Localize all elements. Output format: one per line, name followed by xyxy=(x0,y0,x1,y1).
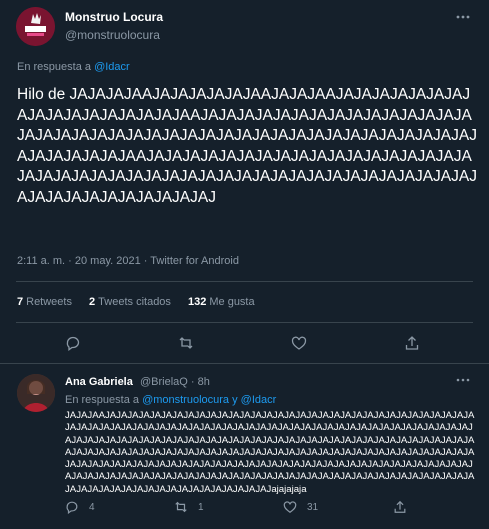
retweet-icon[interactable] xyxy=(178,335,194,351)
tweet-actions xyxy=(0,333,489,355)
reply-mention-link[interactable]: @Idacr xyxy=(94,61,130,73)
display-name[interactable]: Monstruo Locura xyxy=(65,10,163,24)
like-icon[interactable] xyxy=(291,335,307,351)
retweets-stat[interactable]: 7 Retweets xyxy=(17,296,72,308)
reply-prefix: En respuesta a xyxy=(17,61,91,73)
reply-handle-time[interactable]: @BrielaQ · 8h xyxy=(140,376,210,388)
more-options-icon[interactable] xyxy=(456,10,470,27)
tweet-stats: 7 Retweets 2 Tweets citados 132 Me gusta xyxy=(17,296,269,308)
reply-icon[interactable] xyxy=(65,335,81,351)
share-icon[interactable] xyxy=(393,500,409,516)
avatar[interactable] xyxy=(16,7,55,46)
share-icon[interactable] xyxy=(404,335,420,351)
more-options-icon[interactable] xyxy=(456,373,470,390)
reply-icon[interactable] xyxy=(65,500,81,516)
reply-count: 4 xyxy=(89,502,95,513)
reply-mention-links[interactable]: @monstruolocura y @Idacr xyxy=(142,394,276,406)
reply-display-name[interactable]: Ana Gabriela xyxy=(65,376,133,388)
like-icon[interactable] xyxy=(283,500,299,516)
tweet-timestamp[interactable]: 2:11 a. m. · 20 may. 2021 · Twitter for … xyxy=(17,255,239,267)
like-count: 31 xyxy=(307,502,319,513)
retweet-icon[interactable] xyxy=(174,500,190,516)
reply-text: JAJAJAAJAJAJAJAJAJAJAJAJAJAJAJAJAJAJAJAJ… xyxy=(65,410,475,495)
reply-context: En respuesta a @monstruolocura y @Idacr xyxy=(65,394,276,406)
divider xyxy=(16,322,473,323)
reply-actions: 4 1 31 xyxy=(0,500,489,516)
reply-prefix: En respuesta a xyxy=(65,394,139,406)
quotes-stat[interactable]: 2 Tweets citados xyxy=(89,296,171,308)
likes-stat[interactable]: 132 Me gusta xyxy=(188,296,255,308)
tweet-text: Hilo de JAJAJAJAAJAJAJAJAJAJAAJAJAJAAJAJ… xyxy=(17,86,477,206)
user-handle[interactable]: @monstruolocura xyxy=(65,28,160,42)
monster-logo-icon xyxy=(16,7,55,46)
avatar[interactable] xyxy=(17,374,55,412)
divider xyxy=(16,281,473,282)
reply-context: En respuesta a @Idacr xyxy=(17,61,130,73)
section-divider xyxy=(0,363,489,364)
retweet-count: 1 xyxy=(198,502,204,513)
